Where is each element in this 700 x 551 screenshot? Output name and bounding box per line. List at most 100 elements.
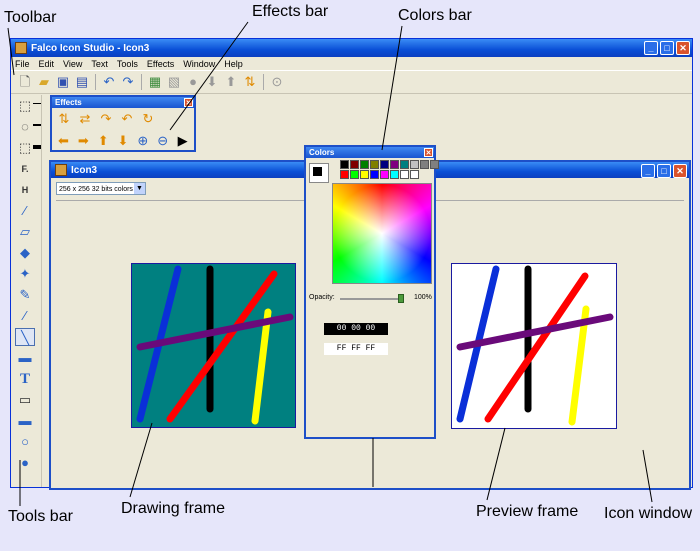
drawing-frame[interactable] bbox=[131, 263, 296, 428]
size-select[interactable]: 256 x 256 32 bits colors ▼ bbox=[56, 182, 146, 195]
chevron-down-icon[interactable]: ▼ bbox=[134, 183, 145, 194]
colors-close-icon[interactable]: ✕ bbox=[424, 148, 433, 157]
shift-right-icon[interactable]: ➡ bbox=[75, 132, 92, 150]
pencil-icon[interactable]: ✎ bbox=[15, 286, 35, 304]
settings-icon[interactable]: ⊙ bbox=[269, 74, 285, 90]
size-select-value: 256 x 256 32 bits colors bbox=[59, 186, 133, 193]
rotate-180-icon[interactable]: ↻ bbox=[139, 110, 157, 128]
foreground-hex[interactable]: 00 00 00 bbox=[324, 323, 388, 335]
minimize-icon[interactable]: _ bbox=[644, 41, 658, 55]
app-logo-icon bbox=[15, 42, 27, 54]
palette-swatch[interactable] bbox=[370, 170, 379, 179]
colors-bar: Colors ✕ Opacity: 100% 00 00 00 FF FF FF bbox=[304, 145, 439, 439]
opacity-slider[interactable] bbox=[340, 294, 404, 303]
menu-view[interactable]: View bbox=[63, 59, 82, 69]
current-color-swatch[interactable] bbox=[309, 163, 329, 183]
palette-swatch[interactable] bbox=[410, 170, 419, 179]
new-file-icon[interactable]: 🗋 bbox=[17, 74, 33, 90]
menu-window[interactable]: Window bbox=[183, 59, 215, 69]
rectangle-filled-icon[interactable]: ▬ bbox=[15, 412, 35, 430]
brush-icon[interactable]: ⁄ bbox=[15, 307, 35, 325]
ellipse-outline-icon[interactable]: ○ bbox=[15, 433, 35, 451]
rotate-90-cw-icon[interactable]: ↷ bbox=[97, 110, 115, 128]
undo-icon[interactable]: ↶ bbox=[101, 74, 117, 90]
menu-tools[interactable]: Tools bbox=[117, 59, 138, 69]
rect-select-icon[interactable]: ⬚ bbox=[15, 97, 35, 115]
app-titlebar[interactable]: Falco Icon Studio - Icon3 _ □ ✕ bbox=[11, 39, 692, 57]
palette-swatch[interactable] bbox=[390, 170, 399, 179]
ellipse-select-icon[interactable]: ◌ bbox=[15, 118, 35, 136]
fill-bucket-icon[interactable]: ◆ bbox=[15, 244, 35, 262]
palette-swatch[interactable] bbox=[360, 160, 369, 169]
line-width-2[interactable] bbox=[33, 124, 41, 126]
play-icon[interactable]: ▶ bbox=[174, 132, 191, 150]
move-down-icon[interactable]: ⬇ bbox=[204, 74, 220, 90]
save-icon[interactable]: ▣ bbox=[55, 74, 71, 90]
opacity-slider-thumb[interactable] bbox=[398, 294, 404, 303]
palette-swatch[interactable] bbox=[430, 160, 439, 169]
palette-swatch[interactable] bbox=[340, 160, 349, 169]
eyedropper-icon[interactable]: ⁄ bbox=[15, 202, 35, 220]
color-palette bbox=[340, 160, 439, 179]
text-tool-icon[interactable]: T bbox=[15, 370, 35, 388]
add-frame-icon[interactable]: ▦ bbox=[147, 74, 163, 90]
rectangle-outline-icon[interactable]: ▭ bbox=[15, 391, 35, 409]
eraser-icon[interactable]: ▱ bbox=[15, 223, 35, 241]
colors-titlebar[interactable]: Colors ✕ bbox=[306, 147, 434, 158]
icon-window-minimize-icon[interactable]: _ bbox=[641, 164, 655, 178]
spray-icon[interactable]: ✦ bbox=[15, 265, 35, 283]
drawing-canvas[interactable] bbox=[132, 264, 295, 427]
palette-swatch[interactable] bbox=[350, 170, 359, 179]
icon-window-maximize-icon[interactable]: □ bbox=[657, 164, 671, 178]
color-spectrum[interactable] bbox=[332, 183, 432, 284]
menu-text[interactable]: Text bbox=[91, 59, 108, 69]
background-hex[interactable]: FF FF FF bbox=[324, 343, 388, 355]
palette-swatch[interactable] bbox=[420, 160, 429, 169]
shift-left-icon[interactable]: ⬅ bbox=[55, 132, 72, 150]
flip-horizontal-icon[interactable]: ⇄ bbox=[76, 110, 94, 128]
menu-edit[interactable]: Edit bbox=[39, 59, 55, 69]
line-tool-icon[interactable]: ╲ bbox=[15, 328, 35, 346]
menu-help[interactable]: Help bbox=[224, 59, 243, 69]
line-width-3[interactable] bbox=[33, 145, 41, 149]
zoom-in-icon[interactable]: ⊕ bbox=[134, 132, 151, 150]
line-width-1[interactable] bbox=[33, 103, 41, 104]
sort-icon[interactable]: ⇅ bbox=[242, 74, 258, 90]
ellipse-filled-icon[interactable]: ● bbox=[15, 454, 35, 472]
shift-up-icon[interactable]: ⬆ bbox=[95, 132, 112, 150]
palette-swatch[interactable] bbox=[370, 160, 379, 169]
lasso-select-icon[interactable]: ⬚ bbox=[15, 139, 35, 157]
circle-icon[interactable]: ● bbox=[185, 74, 201, 90]
palette-swatch[interactable] bbox=[360, 170, 369, 179]
redo-icon[interactable]: ↷ bbox=[120, 74, 136, 90]
palette-swatch[interactable] bbox=[350, 160, 359, 169]
effects-close-icon[interactable]: ✕ bbox=[184, 98, 193, 107]
image-fx-icon[interactable]: H bbox=[15, 181, 35, 199]
shift-down-icon[interactable]: ⬇ bbox=[115, 132, 132, 150]
text-fx-icon[interactable]: F. bbox=[15, 160, 35, 178]
rotate-90-ccw-icon[interactable]: ↶ bbox=[118, 110, 136, 128]
app-title: Falco Icon Studio - Icon3 bbox=[31, 42, 150, 54]
save-as-icon[interactable]: ▤ bbox=[74, 74, 90, 90]
open-folder-icon[interactable]: ▰ bbox=[36, 74, 52, 90]
palette-swatch[interactable] bbox=[400, 160, 409, 169]
palette-swatch[interactable] bbox=[380, 170, 389, 179]
gradient-icon[interactable]: ▬ bbox=[15, 349, 35, 367]
palette-swatch[interactable] bbox=[340, 170, 349, 179]
menu-effects[interactable]: Effects bbox=[147, 59, 174, 69]
palette-swatch[interactable] bbox=[400, 170, 409, 179]
palette-swatch[interactable] bbox=[380, 160, 389, 169]
maximize-icon[interactable]: □ bbox=[660, 41, 674, 55]
menu-file[interactable]: File bbox=[15, 59, 30, 69]
palette-swatch[interactable] bbox=[390, 160, 399, 169]
palette-swatch[interactable] bbox=[410, 160, 419, 169]
toolbar-annotation: Toolbar bbox=[4, 9, 57, 26]
move-up-icon[interactable]: ⬆ bbox=[223, 74, 239, 90]
flip-vertical-icon[interactable]: ⇅ bbox=[55, 110, 73, 128]
delete-frame-icon[interactable]: ▧ bbox=[166, 74, 182, 90]
icon-window-title: Icon3 bbox=[71, 164, 98, 176]
icon-window-close-icon[interactable]: ✕ bbox=[673, 164, 687, 178]
close-icon[interactable]: ✕ bbox=[676, 41, 690, 55]
zoom-out-icon[interactable]: ⊖ bbox=[154, 132, 171, 150]
effects-titlebar[interactable]: Effects ✕ bbox=[52, 97, 194, 108]
